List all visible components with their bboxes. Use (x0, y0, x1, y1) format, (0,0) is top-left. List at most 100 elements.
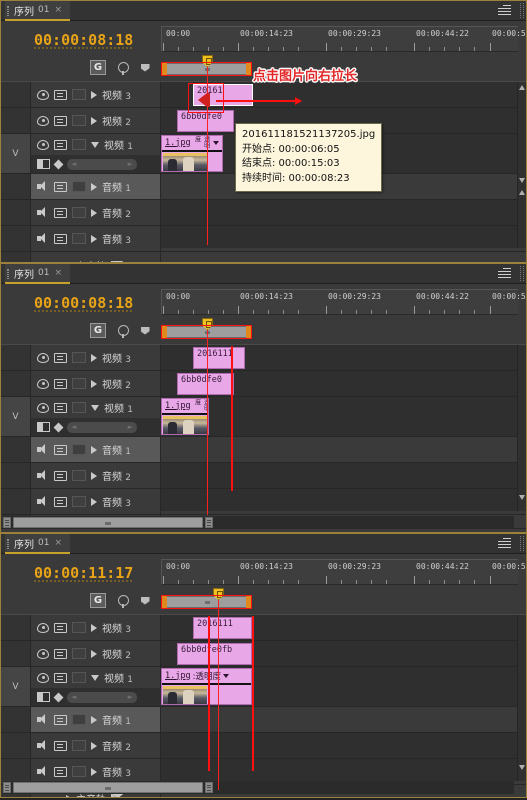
track-content-audio-2[interactable] (161, 463, 526, 488)
sync-lock-box[interactable] (72, 233, 86, 244)
track-header-audio-2[interactable]: 音频 2 (31, 463, 161, 488)
zoom-handle-right[interactable] (205, 517, 213, 528)
eye-icon[interactable] (37, 672, 49, 683)
track-content-audio-1[interactable] (161, 437, 526, 462)
scroll-down-icon[interactable] (519, 495, 525, 500)
eye-icon[interactable] (37, 402, 49, 413)
clip-video-3[interactable]: 2016111 (193, 617, 252, 639)
tab-sequence-01[interactable]: 序列 01 × (5, 1, 70, 21)
panel-menu-icon[interactable] (498, 268, 512, 279)
sync-lock-box[interactable] (72, 139, 86, 150)
speaker-icon[interactable] (37, 740, 49, 751)
opacity-rubber-band[interactable] (162, 150, 222, 152)
vertical-scrollbar-3[interactable] (517, 615, 526, 781)
keyframe-icon[interactable] (53, 692, 64, 702)
snap-toggle-button[interactable]: G (90, 593, 106, 608)
chevron-right-icon[interactable] (91, 623, 97, 632)
chevron-right-icon[interactable] (91, 445, 97, 454)
horizontal-scrollbar-3[interactable] (3, 781, 514, 794)
sync-lock-box[interactable] (72, 470, 86, 481)
track-content-video-3[interactable]: 2016111 (161, 615, 526, 640)
thumbnail-toggle-icon[interactable] (37, 159, 50, 169)
track-content-audio-1[interactable] (161, 707, 526, 732)
chevron-right-icon[interactable] (91, 353, 97, 362)
current-timecode[interactable]: 00:00:08:18 (34, 31, 133, 49)
h-scroll-thumb[interactable] (13, 782, 203, 793)
lock-icon[interactable] (54, 233, 67, 244)
eye-icon[interactable] (37, 352, 49, 363)
sync-lock-box[interactable] (72, 181, 86, 192)
close-icon[interactable]: × (54, 268, 62, 278)
track-content-audio-2[interactable] (161, 733, 526, 758)
eye-icon[interactable] (37, 378, 49, 389)
sync-lock-box[interactable] (72, 766, 86, 777)
zoom-handle-left[interactable] (3, 782, 11, 793)
track-header-video-1[interactable]: 视频 1 (31, 397, 161, 418)
lock-icon[interactable] (54, 496, 67, 507)
lock-icon[interactable] (54, 672, 67, 683)
lock-icon[interactable] (54, 352, 67, 363)
chevron-down-icon[interactable] (91, 674, 99, 681)
chevron-down-icon[interactable] (91, 141, 99, 148)
linked-selection-icon[interactable] (115, 323, 131, 338)
thumbnail-toggle-icon[interactable] (37, 692, 50, 702)
track-header-video-3[interactable]: 视频 3 (31, 82, 161, 107)
source-track-indicator-v[interactable]: V (1, 134, 31, 173)
track-height-slider[interactable]: ◄ ► (67, 158, 137, 170)
snap-toggle-button[interactable]: G (90, 323, 106, 338)
track-header-audio-1[interactable]: 音频 1 (31, 707, 161, 732)
chevron-right-icon[interactable] (91, 379, 97, 388)
chevron-right-icon[interactable] (91, 715, 97, 724)
clip-video-1[interactable]: 1.jpg :透明度 (161, 668, 252, 705)
eye-icon[interactable] (37, 115, 49, 126)
speaker-icon[interactable] (37, 470, 49, 481)
lock-icon[interactable] (54, 89, 67, 100)
track-height-slider[interactable]: ◄ ► (67, 421, 137, 433)
close-icon[interactable]: × (54, 5, 62, 15)
vertical-scrollbar-1[interactable] (517, 82, 526, 248)
tab-sequence-01-2[interactable]: 序列 01 × (5, 264, 70, 284)
chevron-right-icon[interactable] (91, 471, 97, 480)
track-header-audio-3[interactable]: 音频 3 (31, 489, 161, 514)
track-header-video-2[interactable]: 视频 2 (31, 641, 161, 666)
zoom-handle-left[interactable] (3, 517, 11, 528)
lock-icon[interactable] (54, 648, 67, 659)
eye-icon[interactable] (37, 89, 49, 100)
tab-sequence-01-3[interactable]: 序列 01 × (5, 534, 70, 554)
eye-icon[interactable] (37, 622, 49, 633)
speaker-icon[interactable] (37, 444, 49, 455)
scroll-up-icon[interactable] (519, 85, 525, 90)
panel-resize-grip[interactable] (520, 3, 524, 18)
add-marker-icon[interactable] (137, 60, 153, 75)
chevron-right-icon[interactable] (91, 208, 97, 217)
speaker-icon[interactable] (37, 181, 49, 192)
lock-icon[interactable] (54, 444, 67, 455)
clip-video-3[interactable]: 2016111 (193, 347, 245, 369)
scroll-down-icon[interactable] (519, 765, 525, 770)
speaker-icon[interactable] (37, 207, 49, 218)
sync-lock-box[interactable] (72, 444, 86, 455)
sync-lock-box[interactable] (72, 714, 86, 725)
lock-icon[interactable] (54, 622, 67, 633)
track-header-video-3[interactable]: 视频 3 (31, 615, 161, 640)
chevron-right-icon[interactable] (91, 116, 97, 125)
panel-resize-grip[interactable] (520, 536, 524, 551)
track-content-video-2[interactable]: 6bb0dfe0fb (161, 641, 526, 666)
keyframe-icon[interactable] (53, 159, 64, 169)
thumbnail-toggle-icon[interactable] (37, 422, 50, 432)
chevron-down-icon[interactable] (91, 404, 99, 411)
track-height-slider[interactable]: ◄ ► (67, 691, 137, 703)
vertical-scrollbar-2[interactable] (517, 345, 526, 511)
track-header-master[interactable]: 主音轨 (31, 252, 161, 262)
opacity-rubber-band[interactable] (162, 413, 208, 415)
speaker-icon[interactable] (37, 766, 49, 777)
sync-lock-box[interactable] (72, 89, 86, 100)
clip-video-2[interactable]: 6bb0dfe0 (177, 110, 234, 132)
scroll-down-icon[interactable] (519, 178, 525, 183)
zoom-handle-right[interactable] (205, 782, 213, 793)
current-timecode[interactable]: 00:00:11:17 (34, 564, 133, 582)
sync-lock-box[interactable] (72, 207, 86, 218)
sync-lock-box[interactable] (72, 622, 86, 633)
lock-icon[interactable] (54, 740, 67, 751)
track-content-audio-3[interactable] (161, 489, 526, 514)
